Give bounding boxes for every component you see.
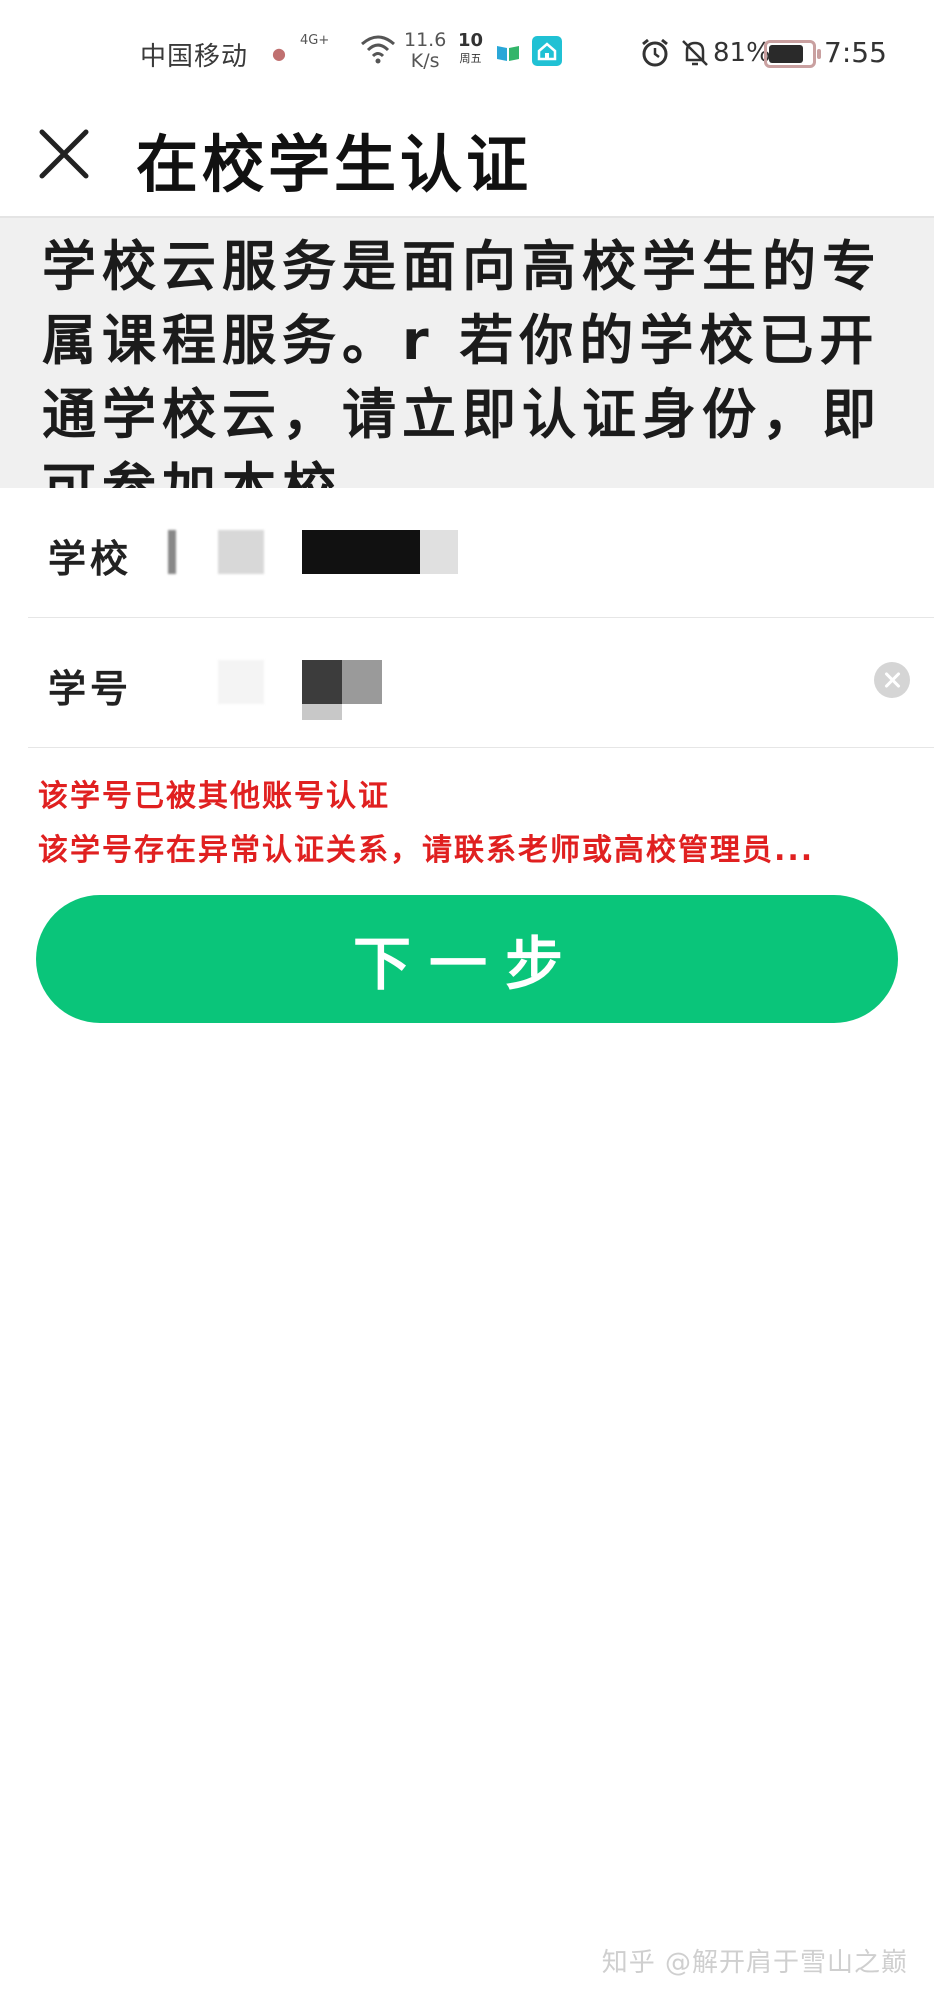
student-id-row[interactable]: 学号 (28, 618, 934, 748)
page-title: 在校学生认证 (136, 128, 533, 201)
intro-text: 学校云服务是面向高校学生的专属课程服务。r 若你的学校已开通学校云，请立即认证身… (42, 235, 882, 488)
date-week: 周五 (459, 52, 482, 65)
alarm-icon (642, 38, 668, 67)
network-type: 4G+ (300, 33, 330, 48)
error-message: 该学号存在异常认证关系，请联系老师或高校管理员... (38, 833, 815, 868)
date-day: 10 (458, 30, 484, 51)
location-icon: ● (272, 44, 286, 63)
clock-time: 7:55 (824, 36, 887, 69)
battery-icon (764, 40, 821, 68)
battery-percent: 81% (713, 38, 771, 68)
carrier-name: 中国移动 (140, 42, 249, 72)
error-message: 该学号已被其他账号认证 (38, 779, 390, 814)
redacted-block (420, 530, 458, 574)
speed-value: 11.6 (404, 29, 447, 51)
student-id-input[interactable] (218, 660, 818, 720)
mute-bell-icon (682, 40, 708, 66)
status-bar: 中国移动 ● 4G+ 11.6 K/s 10 周五 81% 7:55 (0, 0, 934, 100)
redacted-block (302, 704, 342, 720)
auth-form: 学校 学号 (0, 488, 934, 748)
redacted-block (302, 660, 342, 704)
watermark: 知乎 @解开肩于雪山之巅 (601, 1948, 908, 1978)
school-input[interactable] (168, 530, 818, 580)
date-badge: 10 周五 (458, 32, 483, 68)
wifi-icon (361, 35, 395, 64)
close-icon[interactable] (36, 126, 92, 182)
student-id-label: 学号 (48, 667, 133, 711)
home-app-icon (532, 36, 562, 66)
redacted-block (342, 660, 382, 704)
intro-panel: 学校云服务是面向高校学生的专属课程服务。r 若你的学校已开通学校云，请立即认证身… (0, 218, 934, 488)
book-icon (497, 46, 519, 61)
school-row[interactable]: 学校 (28, 488, 934, 618)
speed-unit: K/s (410, 50, 440, 72)
network-speed: 11.6 K/s (404, 30, 446, 72)
redacted-block (218, 530, 264, 574)
redacted-block (218, 660, 264, 704)
error-messages: 该学号已被其他账号认证 该学号存在异常认证关系，请联系老师或高校管理员... (38, 770, 918, 878)
next-step-button[interactable]: 下一步 (36, 895, 898, 1023)
school-label: 学校 (48, 537, 133, 581)
clear-input-icon[interactable] (874, 662, 910, 698)
nav-bar: 在校学生认证 (0, 100, 934, 218)
redacted-block (302, 530, 420, 574)
